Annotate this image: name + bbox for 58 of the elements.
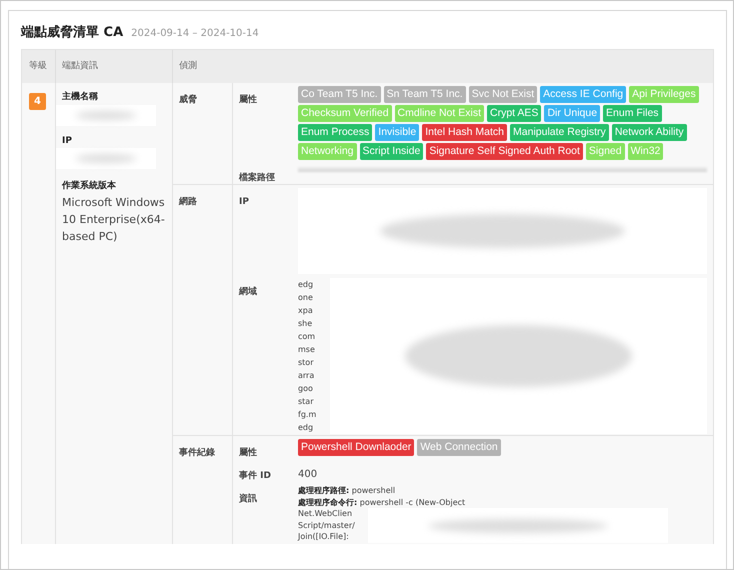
text-line: arra (298, 370, 316, 382)
attribute-tag: Dir Unique (544, 105, 600, 122)
text-line: edg (298, 279, 314, 291)
row-label: 資訊 (239, 494, 257, 504)
attribute-tag: Networking (298, 143, 357, 160)
date-range: 2024-09-14 – 2024-10-14 (131, 28, 259, 39)
row-label: 檔案路徑 (239, 173, 275, 183)
attribute-tag: Signature Self Signed Auth Root (426, 143, 583, 160)
attribute-tag: Checksum Verified (298, 105, 392, 122)
text-line: fg.m (298, 409, 318, 421)
report-title: 端點威脅清單 CA (21, 24, 124, 41)
row-label: IP (239, 197, 249, 207)
row-label: 事件 ID (239, 471, 271, 481)
event-id: 400 (298, 469, 318, 480)
text-line: Net.WebClien (298, 508, 354, 520)
text-line: 處理程序路徑: powershell (298, 485, 396, 496)
field-label: IP (62, 136, 73, 146)
attribute-tag: Api Privileges (629, 86, 699, 103)
category-label: 威脅 (179, 95, 197, 105)
text-line: mse (298, 344, 316, 356)
text-line: one (298, 292, 314, 304)
text-line: goo (298, 383, 314, 395)
attribute-tag: Powershell Downlaoder (298, 439, 414, 456)
text-line: edg (298, 422, 314, 434)
text-line: star (298, 396, 314, 408)
text-line: she (298, 318, 314, 330)
attribute-tag: Access IE Config (540, 86, 626, 103)
attribute-tag: Invisible (375, 124, 420, 141)
row-label: 屬性 (239, 448, 257, 458)
attribute-tag: Intel Hash Match (422, 124, 508, 141)
attribute-tag: Network Ability (612, 124, 687, 141)
os-version: Microsoft Windows 10 Enterprise(x64-based PC) (62, 195, 166, 245)
level-badge: 4 (29, 93, 46, 110)
text-line: 處理程序命令行: powershell -c (New-Object (298, 496, 466, 508)
attribute-tag: Sn Team T5 Inc. (384, 86, 466, 103)
text-line: stor (298, 357, 314, 369)
attribute-tag: Script Inside (360, 143, 424, 160)
row-label: 屬性 (239, 95, 257, 105)
attribute-tag: Win32 (628, 143, 664, 160)
text-line: xpa (298, 305, 314, 317)
attribute-tag: Crypt AES (487, 105, 542, 122)
attribute-tag: Enum Process (298, 124, 372, 141)
field-label: 主機名稱 (62, 90, 99, 103)
row-label: 網域 (239, 287, 257, 297)
attribute-tag: Manipulate Registry (510, 124, 609, 141)
attribute-tag: Signed (586, 143, 625, 160)
text-line: com (298, 331, 316, 343)
attribute-tag: Cmdline Not Exist (394, 105, 484, 122)
category-label: 網路 (179, 197, 197, 207)
field-label: 作業系統版本 (62, 179, 117, 192)
category-label: 事件紀錄 (179, 448, 215, 458)
text-line: Join([IO.File]: (298, 531, 350, 542)
attribute-tag: Svc Not Exist (468, 86, 538, 103)
attribute-tag: Web Connection (417, 439, 501, 456)
attribute-tag: Co Team T5 Inc. (298, 86, 381, 103)
attribute-tag: Enum Files (603, 105, 662, 122)
column-header: 偵測 (178, 60, 198, 73)
text-line: Script/master/ (298, 520, 356, 531)
